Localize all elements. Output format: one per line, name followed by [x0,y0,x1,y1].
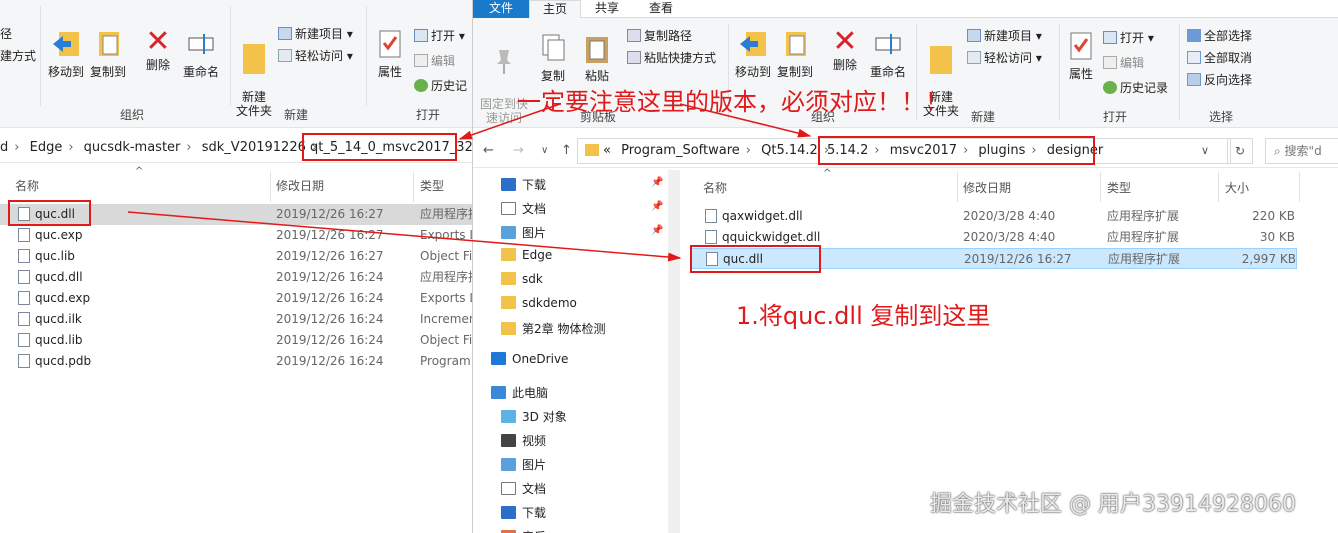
version-note: 一定要注意这里的版本，必须对应！！！ [517,88,949,116]
watermark: 掘金技术社区 @ 用户33914928060 [930,492,1296,517]
copy-arrow [127,211,682,262]
annotation-arrows [127,103,812,262]
copy-note: 1.将quc.dll 复制到这里 [736,302,991,330]
